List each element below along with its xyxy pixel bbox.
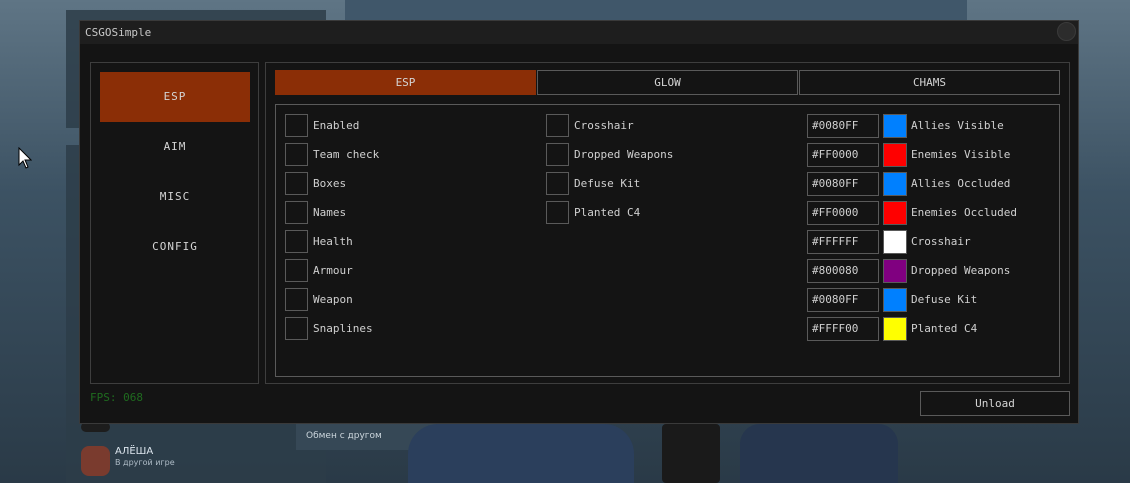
- planted-c4-color-swatch[interactable]: [883, 317, 907, 341]
- dropped-weapons-checkbox[interactable]: [546, 143, 569, 166]
- defuse-kit-color-swatch[interactable]: [883, 288, 907, 312]
- allies-visible-color-swatch[interactable]: [883, 114, 907, 138]
- window-title: CSGOSimple: [85, 26, 152, 39]
- color-row-dropped-weapons: #800080 Dropped Weapons: [807, 259, 1057, 283]
- allies-occluded-hex-input[interactable]: #0080FF: [807, 172, 879, 196]
- main-panel: ESP GLOW CHAMS Enabled Team check Boxes …: [265, 62, 1070, 384]
- dropped-weapons-label: Dropped Weapons: [574, 148, 674, 161]
- dropped-weapons-hex-input[interactable]: #800080: [807, 259, 879, 283]
- sidebar-item-config[interactable]: CONFIG: [100, 222, 250, 272]
- defuse-kit-checkbox[interactable]: [546, 172, 569, 195]
- enemies-visible-hex-input[interactable]: #FF0000: [807, 143, 879, 167]
- color-row-defuse-kit: #0080FF Defuse Kit: [807, 288, 1057, 312]
- enemies-occluded-hex-input[interactable]: #FF0000: [807, 201, 879, 225]
- names-checkbox[interactable]: [285, 201, 308, 224]
- crosshair-checkbox[interactable]: [546, 114, 569, 137]
- defuse-kit-hex-input[interactable]: #0080FF: [807, 288, 879, 312]
- planted-c4-checkbox[interactable]: [546, 201, 569, 224]
- esp-content: Enabled Team check Boxes Names Health Ar…: [275, 104, 1060, 377]
- enemies-visible-label: Enemies Visible: [911, 148, 1011, 161]
- enemies-occluded-label: Enemies Occluded: [911, 206, 1017, 219]
- backpack-item-image[interactable]: [408, 424, 634, 483]
- defuse-kit-label: Defuse Kit: [574, 177, 641, 190]
- trade-label[interactable]: Обмен с другом: [306, 431, 382, 441]
- background-top-banner: [345, 0, 967, 20]
- friend-status: В другой игре: [115, 458, 175, 467]
- tshirt-item-image[interactable]: [740, 424, 898, 483]
- enemies-visible-color-swatch[interactable]: [883, 143, 907, 167]
- crosshair-color-label: Crosshair: [911, 235, 971, 248]
- tab-chams[interactable]: CHAMS: [799, 70, 1060, 95]
- fps-counter: FPS: 068: [90, 391, 143, 404]
- mouse-cursor-icon: [18, 147, 32, 169]
- health-label: Health: [313, 235, 353, 248]
- friend-avatar[interactable]: [81, 446, 110, 476]
- weapon-checkbox[interactable]: [285, 288, 308, 311]
- armour-label: Armour: [313, 264, 353, 277]
- close-button[interactable]: [1057, 22, 1076, 41]
- sidebar: ESP AIM MISC CONFIG: [90, 62, 259, 384]
- unload-button[interactable]: Unload: [920, 391, 1070, 416]
- health-checkbox[interactable]: [285, 230, 308, 253]
- crosshair-hex-input[interactable]: #FFFFFF: [807, 230, 879, 254]
- color-row-planted-c4: #FFFF00 Planted C4: [807, 317, 1057, 341]
- planted-c4-color-label: Planted C4: [911, 322, 978, 335]
- dropped-weapons-color-swatch[interactable]: [883, 259, 907, 283]
- sidebar-item-esp[interactable]: ESP: [100, 72, 250, 122]
- boxes-checkbox[interactable]: [285, 172, 308, 195]
- crosshair-color-swatch[interactable]: [883, 230, 907, 254]
- allies-visible-label: Allies Visible: [911, 119, 1004, 132]
- sidebar-item-misc[interactable]: MISC: [100, 172, 250, 222]
- planted-c4-label: Planted C4: [574, 206, 641, 219]
- snaplines-label: Snaplines: [313, 322, 373, 335]
- enabled-label: Enabled: [313, 119, 360, 132]
- team-check-label: Team check: [313, 148, 380, 161]
- color-row-enemies-occluded: #FF0000 Enemies Occluded: [807, 201, 1057, 225]
- tab-esp[interactable]: ESP: [275, 70, 536, 95]
- crosshair-label: Crosshair: [574, 119, 634, 132]
- sidebar-item-aim[interactable]: AIM: [100, 122, 250, 172]
- snaplines-checkbox[interactable]: [285, 317, 308, 340]
- enabled-checkbox[interactable]: [285, 114, 308, 137]
- names-label: Names: [313, 206, 347, 219]
- allies-occluded-color-swatch[interactable]: [883, 172, 907, 196]
- tab-glow[interactable]: GLOW: [537, 70, 798, 95]
- weapon-label: Weapon: [313, 293, 353, 306]
- defuse-kit-color-label: Defuse Kit: [911, 293, 978, 306]
- team-check-checkbox[interactable]: [285, 143, 308, 166]
- allies-occluded-label: Allies Occluded: [911, 177, 1011, 190]
- lanyard-item-image[interactable]: [662, 424, 720, 483]
- color-row-enemies-visible: #FF0000 Enemies Visible: [807, 143, 1057, 167]
- armour-checkbox[interactable]: [285, 259, 308, 282]
- csgosimple-window: CSGOSimple ESP AIM MISC CONFIG ESP GLOW …: [79, 20, 1079, 424]
- color-row-allies-occluded: #0080FF Allies Occluded: [807, 172, 1057, 196]
- color-row-allies-visible: #0080FF Allies Visible: [807, 114, 1057, 138]
- dropped-weapons-color-label: Dropped Weapons: [911, 264, 1011, 277]
- allies-visible-hex-input[interactable]: #0080FF: [807, 114, 879, 138]
- friend-name[interactable]: АЛЁША: [115, 446, 153, 457]
- boxes-label: Boxes: [313, 177, 347, 190]
- planted-c4-hex-input[interactable]: #FFFF00: [807, 317, 879, 341]
- color-row-crosshair: #FFFFFF Crosshair: [807, 230, 1057, 254]
- enemies-occluded-color-swatch[interactable]: [883, 201, 907, 225]
- window-titlebar[interactable]: CSGOSimple: [80, 21, 1078, 44]
